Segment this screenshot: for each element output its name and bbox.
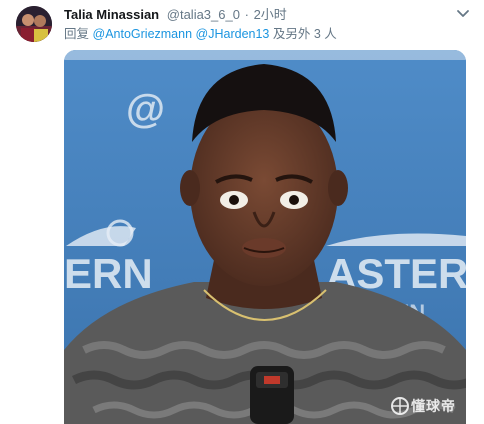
author-avatar[interactable] <box>16 6 52 42</box>
avatar-photo <box>16 6 52 42</box>
author-name[interactable]: Talia Minassian <box>64 7 159 22</box>
reply-context: 回复 @AntoGriezmann @JHarden13 及另外 3 人 <box>64 26 337 42</box>
watermark-text: 懂球帝 <box>411 398 456 414</box>
author-handle[interactable]: @talia3_6_0 <box>167 7 240 22</box>
mention-link[interactable]: @JHarden13 <box>196 27 270 41</box>
tweet-header: Talia Minassian @talia3_6_0 · 2小时 <box>64 6 468 24</box>
reply-prefix: 回复 <box>64 27 90 41</box>
tweet-media-photo[interactable]: @ ERN ASTER EREN <box>64 50 466 424</box>
backdrop-text: @ <box>126 87 165 131</box>
timestamp[interactable]: 2小时 <box>254 7 287 22</box>
photo-image: @ ERN ASTER EREN <box>64 50 466 424</box>
reply-others[interactable]: 及另外 3 人 <box>273 27 337 41</box>
tweet[interactable]: Talia Minassian @talia3_6_0 · 2小时 回复 @An… <box>0 0 484 424</box>
backdrop-text: ERN <box>64 250 153 297</box>
separator-dot: · <box>244 7 249 22</box>
mention-link[interactable]: @AntoGriezmann <box>93 27 193 41</box>
ball-logo-icon <box>391 397 409 415</box>
chevron-down-icon[interactable] <box>456 6 470 20</box>
